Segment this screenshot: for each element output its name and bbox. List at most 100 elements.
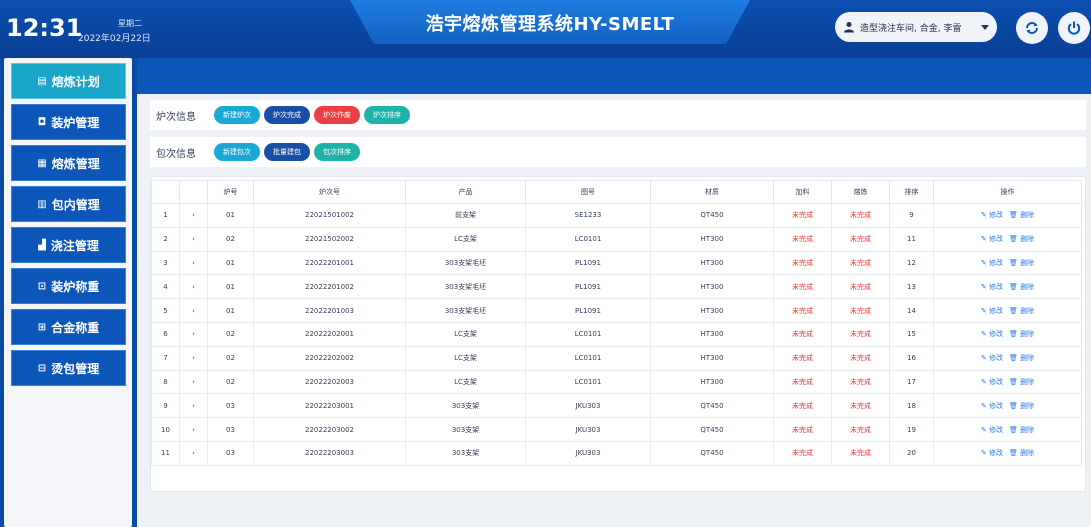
sidebar-item-charge-weighing[interactable]: ⊡ 装炉称重 — [11, 268, 126, 304]
edit-link[interactable]: 修改 — [989, 426, 1003, 434]
delete-link[interactable]: 删除 — [1020, 283, 1034, 291]
table-row[interactable]: 11 › 03 22022203003 303支架 JKU303 QT450 未完成 未完成 20… — [151, 440, 1082, 466]
sidebar-item-ladle[interactable]: ▥ 包内管理 — [11, 186, 126, 222]
sidebar-item-alloy-weighing[interactable]: ⊞ 合金称重 — [11, 309, 126, 345]
delete-link[interactable]: 删除 — [1020, 259, 1034, 267]
refresh-button[interactable] — [1016, 12, 1048, 44]
trash-icon[interactable]: 🗑 — [1009, 426, 1018, 434]
edit-link[interactable]: 修改 — [989, 354, 1003, 362]
expand-toggle[interactable]: › — [179, 203, 208, 228]
expand-toggle[interactable]: › — [179, 417, 208, 442]
batch-ladle-button[interactable]: 批量建包 — [264, 143, 310, 161]
column-header[interactable]: 图号 — [525, 180, 651, 204]
delete-link[interactable]: 删除 — [1020, 426, 1034, 434]
sort-heat-button[interactable]: 炉次排序 — [364, 106, 410, 124]
sort-ladle-button[interactable]: 包次排序 — [314, 143, 360, 161]
edit-link[interactable]: 修改 — [989, 307, 1003, 315]
expand-toggle[interactable]: › — [179, 440, 208, 466]
edit-icon[interactable]: ✎ — [981, 402, 987, 410]
sidebar-item-pouring[interactable]: ▟ 浇注管理 — [11, 227, 126, 263]
material: HT300 — [650, 321, 774, 347]
column-header[interactable]: 材质 — [650, 180, 774, 204]
furnace-number: 03 — [207, 440, 254, 466]
edit-link[interactable]: 修改 — [989, 449, 1003, 457]
edit-icon[interactable]: ✎ — [981, 307, 987, 315]
charging-status: 未完成 — [773, 321, 832, 347]
column-header[interactable]: 加料 — [773, 180, 832, 204]
delete-link[interactable]: 删除 — [1020, 307, 1034, 315]
expand-toggle[interactable]: › — [179, 369, 208, 395]
edit-icon[interactable]: ✎ — [981, 330, 987, 338]
delete-link[interactable]: 删除 — [1020, 211, 1034, 219]
edit-link[interactable]: 修改 — [989, 283, 1003, 291]
edit-icon[interactable]: ✎ — [981, 259, 987, 267]
table-row[interactable]: 5 › 01 22022201003 303支架毛坯 PL1091 HT300 未完成 未完成 1… — [151, 298, 1082, 323]
table-row[interactable]: 7 › 02 22022202002 LC支架 LC0101 HT300 未完成 未完成 16 ✎ … — [151, 345, 1082, 371]
heat-number: 22022202001 — [253, 321, 406, 347]
expand-toggle[interactable]: › — [179, 274, 208, 300]
user-menu[interactable]: 造型浇注车间, 合金, 李雷 — [835, 12, 997, 42]
edit-icon[interactable]: ✎ — [981, 283, 987, 291]
expand-toggle[interactable]: › — [179, 393, 208, 419]
edit-link[interactable]: 修改 — [989, 235, 1003, 243]
trash-icon[interactable]: 🗑 — [1009, 354, 1018, 362]
column-header[interactable]: 炉号 — [207, 180, 254, 204]
delete-link[interactable]: 删除 — [1020, 402, 1034, 410]
sidebar-item-furnace-charging[interactable]: ◘ 装炉管理 — [11, 104, 126, 140]
edit-link[interactable]: 修改 — [989, 211, 1003, 219]
drawing-number: LC0101 — [525, 226, 651, 252]
expand-toggle[interactable]: › — [179, 226, 208, 252]
trash-icon[interactable]: 🗑 — [1009, 330, 1018, 338]
edit-link[interactable]: 修改 — [989, 330, 1003, 338]
edit-link[interactable]: 修改 — [989, 402, 1003, 410]
edit-link[interactable]: 修改 — [989, 378, 1003, 386]
column-header[interactable]: 排序 — [889, 180, 934, 204]
table-row[interactable]: 9 › 03 22022203001 303支架 JKU303 QT450 未完成 未完成 18 ✎… — [151, 393, 1082, 419]
expand-toggle[interactable]: › — [179, 250, 208, 276]
edit-icon[interactable]: ✎ — [981, 426, 987, 434]
delete-link[interactable]: 删除 — [1020, 449, 1034, 457]
table-row[interactable]: 4 › 01 22022201002 303支架毛坯 PL1091 HT300 未完成 未完成 1… — [151, 274, 1082, 300]
trash-icon[interactable]: 🗑 — [1009, 449, 1018, 457]
column-header[interactable]: 熔炼 — [831, 180, 890, 204]
edit-link[interactable]: 修改 — [989, 259, 1003, 267]
sidebar-item-ladle-heating[interactable]: ⊟ 烫包管理 — [11, 350, 126, 386]
trash-icon[interactable]: 🗑 — [1009, 378, 1018, 386]
power-button[interactable] — [1058, 12, 1090, 44]
trash-icon[interactable]: 🗑 — [1009, 211, 1018, 219]
delete-link[interactable]: 删除 — [1020, 378, 1034, 386]
complete-heat-button[interactable]: 炉次完成 — [264, 106, 310, 124]
table-row[interactable]: 1 › 01 22021501002 前支架 SE1233 QT450 未完成 未完成 9 ✎ 修改… — [151, 203, 1082, 228]
trash-icon[interactable]: 🗑 — [1009, 307, 1018, 315]
table-row[interactable]: 8 › 02 22022202003 LC支架 LC0101 HT300 未完成 未完成 17 ✎ … — [151, 369, 1082, 395]
delete-link[interactable]: 删除 — [1020, 354, 1034, 362]
void-heat-button[interactable]: 炉次作废 — [314, 106, 360, 124]
column-header[interactable]: 炉次号 — [253, 180, 406, 204]
trash-icon[interactable]: 🗑 — [1009, 235, 1018, 243]
delete-link[interactable]: 删除 — [1020, 235, 1034, 243]
trash-icon[interactable]: 🗑 — [1009, 402, 1018, 410]
table-row[interactable]: 10 › 03 22022203002 303支架 JKU303 QT450 未完成 未完成 19… — [151, 417, 1082, 442]
table-row[interactable]: 6 › 02 22022202001 LC支架 LC0101 HT300 未完成 未完成 15 ✎ … — [151, 321, 1082, 347]
new-ladle-button[interactable]: 新建包次 — [214, 143, 260, 161]
edit-icon[interactable]: ✎ — [981, 449, 987, 457]
trash-icon[interactable]: 🗑 — [1009, 283, 1018, 291]
new-heat-button[interactable]: 新建炉次 — [214, 106, 260, 124]
trash-icon[interactable]: 🗑 — [1009, 259, 1018, 267]
product: 303支架 — [405, 417, 526, 442]
table-row[interactable]: 3 › 01 22022201001 303支架毛坯 PL1091 HT300 未完成 未完成 1… — [151, 250, 1082, 276]
edit-icon[interactable]: ✎ — [981, 354, 987, 362]
column-header[interactable]: 产品 — [405, 180, 526, 204]
edit-icon[interactable]: ✎ — [981, 378, 987, 386]
expand-toggle[interactable]: › — [179, 345, 208, 371]
table-row[interactable]: 2 › 02 22021502002 LC支架 LC0101 HT300 未完成 未完成 11 ✎ … — [151, 226, 1082, 252]
material: HT300 — [650, 298, 774, 323]
delete-link[interactable]: 删除 — [1020, 330, 1034, 338]
sidebar-item-smelt-plan[interactable]: ▤ 熔炼计划 — [11, 63, 126, 99]
expand-toggle[interactable]: › — [179, 321, 208, 347]
sidebar-item-smelting[interactable]: ▦ 熔炼管理 — [11, 145, 126, 181]
chevron-down-icon — [981, 24, 989, 30]
expand-toggle[interactable]: › — [179, 298, 208, 323]
edit-icon[interactable]: ✎ — [981, 235, 987, 243]
edit-icon[interactable]: ✎ — [981, 211, 987, 219]
